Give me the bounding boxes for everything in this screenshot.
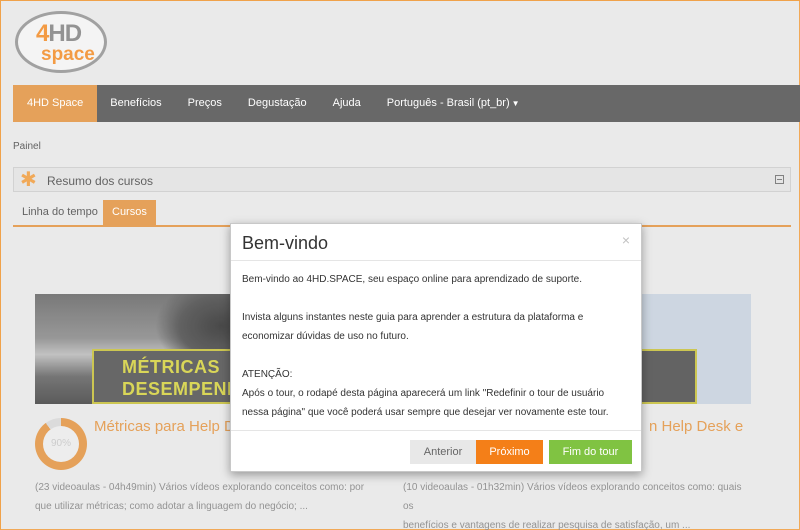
welcome-tour-dialog: Bem-vindo × Bem-vindo ao 4HD.SPACE, seu … — [230, 223, 642, 472]
dialog-body: Bem-vindo ao 4HD.SPACE, seu espaço onlin… — [242, 270, 637, 422]
dialog-paragraph: Invista alguns instantes neste guia para… — [242, 312, 584, 323]
dialog-paragraph: nessa página" que você poderá usar sempr… — [242, 407, 609, 418]
dialog-paragraph: ATENÇÃO: — [242, 369, 293, 380]
dialog-paragraph: Bem-vindo ao 4HD.SPACE, seu espaço onlin… — [242, 274, 583, 285]
dialog-header: Bem-vindo × — [231, 224, 641, 261]
dialog-paragraph: Após o tour, o rodapé desta página apare… — [242, 388, 605, 399]
dialog-title: Bem-vindo — [242, 233, 329, 253]
next-button[interactable]: Próximo — [476, 440, 543, 464]
dialog-footer: Anterior Próximo Fim do tour — [231, 430, 641, 472]
dialog-paragraph: economizar dúvidas de uso no futuro. — [242, 331, 409, 342]
previous-button[interactable]: Anterior — [410, 440, 476, 464]
close-icon[interactable]: × — [622, 232, 630, 248]
end-tour-button[interactable]: Fim do tour — [549, 440, 632, 464]
